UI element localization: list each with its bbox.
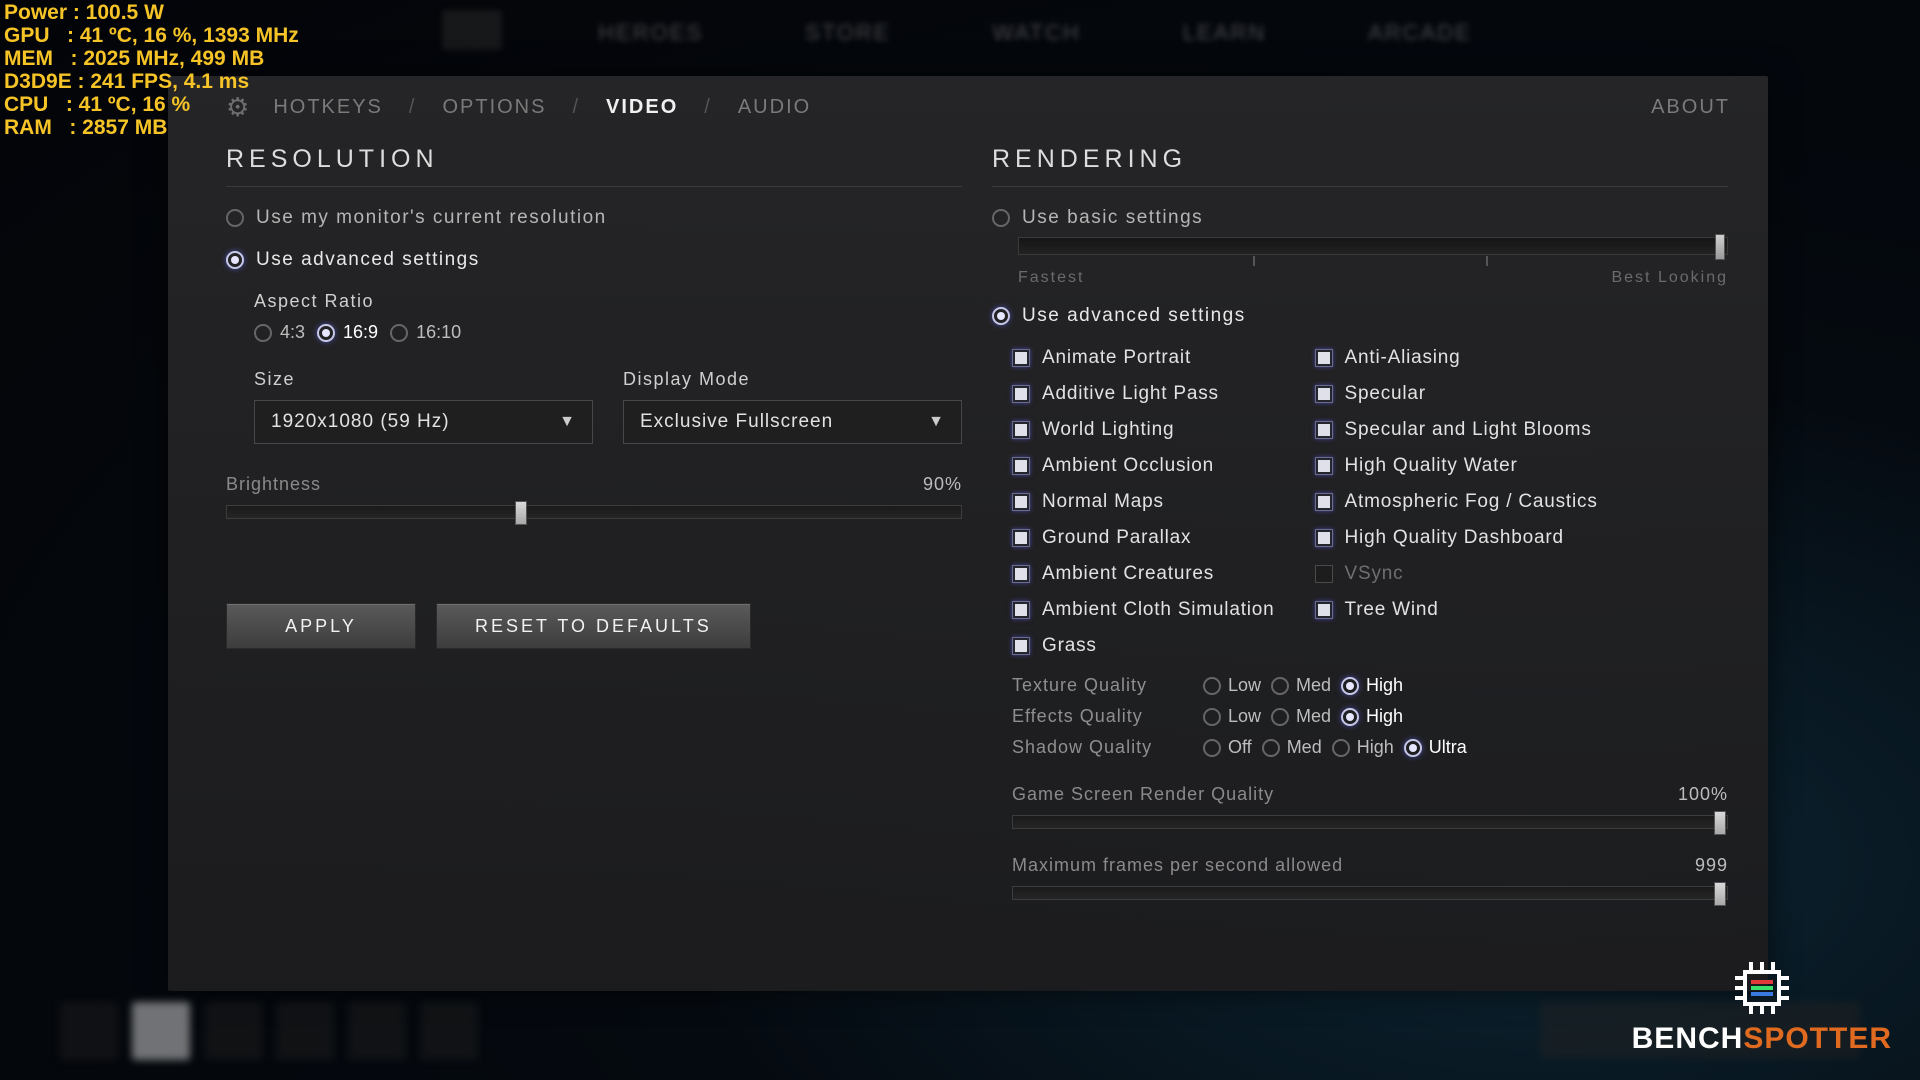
checkbox-tree-wind[interactable]: Tree Wind — [1315, 599, 1598, 621]
checkbox-icon — [1315, 493, 1333, 511]
slider-thumb[interactable] — [1714, 882, 1726, 906]
tab-about[interactable]: ABOUT — [1643, 96, 1738, 119]
brightness-label: Brightness — [226, 474, 321, 495]
quality-effects-quality: Effects QualityLowMedHigh — [1012, 706, 1728, 727]
basic-quality-slider[interactable] — [1018, 237, 1728, 255]
benchspotter-logo: BENCHSPOTTER — [1632, 958, 1892, 1056]
brightness-slider[interactable] — [226, 505, 962, 519]
tab-audio[interactable]: AUDIO — [730, 96, 819, 119]
rendering-checkboxes: Animate Portrait Additive Light Pass World… — [1012, 347, 1728, 657]
checkbox-icon — [1012, 493, 1030, 511]
checkbox-icon — [1315, 457, 1333, 475]
checkbox-high-quality-water[interactable]: High Quality Water — [1315, 455, 1598, 477]
aspect-4-3[interactable]: 4:3 — [254, 322, 305, 343]
tab-video[interactable]: VIDEO — [598, 96, 686, 119]
aspect-16-9[interactable]: 16:9 — [317, 322, 378, 343]
chevron-down-icon: ▼ — [928, 413, 945, 431]
slider-thumb[interactable] — [515, 501, 527, 525]
quality-option-low[interactable]: Low — [1203, 675, 1261, 696]
performance-overlay: Power : 100.5 W GPU : 41 ºC, 16 %, 1393 … — [4, 2, 299, 140]
radio-use-advanced-rendering[interactable]: Use advanced settings — [992, 305, 1728, 327]
checkbox-specular[interactable]: Specular — [1315, 383, 1598, 405]
checkbox-ambient-occlusion[interactable]: Ambient Occlusion — [1012, 455, 1275, 477]
display-mode-select[interactable]: Exclusive Fullscreen ▼ — [623, 400, 962, 444]
bottom-bar — [60, 1002, 1860, 1060]
checkbox-specular-and-light-blooms[interactable]: Specular and Light Blooms — [1315, 419, 1598, 441]
render-quality-value: 100% — [1678, 784, 1728, 805]
aspect-16-10[interactable]: 16:10 — [390, 322, 461, 343]
quality-option-low[interactable]: Low — [1203, 706, 1261, 727]
resolution-title: RESOLUTION — [226, 145, 962, 187]
quality-shadow-quality: Shadow QualityOffMedHighUltra — [1012, 737, 1728, 758]
checkbox-vsync[interactable]: VSync — [1315, 563, 1598, 585]
size-label: Size — [254, 369, 593, 390]
checkbox-grass[interactable]: Grass — [1012, 635, 1275, 657]
apply-button[interactable]: APPLY — [226, 603, 416, 649]
brightness-value: 90% — [923, 474, 962, 495]
checkbox-animate-portrait[interactable]: Animate Portrait — [1012, 347, 1275, 369]
radio-use-monitor-resolution[interactable]: Use my monitor's current resolution — [226, 207, 962, 229]
tab-options[interactable]: OPTIONS — [434, 96, 554, 119]
radio-icon — [992, 209, 1010, 227]
checkbox-ambient-cloth-simulation[interactable]: Ambient Cloth Simulation — [1012, 599, 1275, 621]
quality-option-high[interactable]: High — [1341, 675, 1403, 696]
size-select[interactable]: 1920x1080 (59 Hz) ▼ — [254, 400, 593, 444]
quality-option-med[interactable]: Med — [1271, 675, 1331, 696]
slider-thumb[interactable] — [1715, 234, 1725, 260]
display-mode-label: Display Mode — [623, 369, 962, 390]
rendering-title: RENDERING — [992, 145, 1728, 187]
checkbox-icon — [1012, 529, 1030, 547]
resolution-section: RESOLUTION Use my monitor's current reso… — [226, 145, 962, 900]
quality-option-high[interactable]: High — [1332, 737, 1394, 758]
quality-option-high[interactable]: High — [1341, 706, 1403, 727]
reset-defaults-button[interactable]: RESET TO DEFAULTS — [436, 603, 751, 649]
checkbox-icon — [1012, 637, 1030, 655]
checkbox-icon — [1012, 385, 1030, 403]
radio-use-advanced-resolution[interactable]: Use advanced settings — [226, 249, 962, 271]
checkbox-anti-aliasing[interactable]: Anti-Aliasing — [1315, 347, 1598, 369]
checkbox-icon — [1315, 385, 1333, 403]
aspect-ratio-label: Aspect Ratio — [254, 291, 962, 312]
checkbox-atmospheric-fog-caustics[interactable]: Atmospheric Fog / Caustics — [1315, 491, 1598, 513]
radio-icon — [226, 251, 244, 269]
checkbox-icon — [1012, 565, 1030, 583]
checkbox-icon — [1012, 349, 1030, 367]
max-fps-value: 999 — [1695, 855, 1728, 876]
settings-tabs: ⚙ HOTKEYS / OPTIONS / VIDEO / AUDIO ABOU… — [168, 76, 1768, 137]
aspect-ratio-options: 4:3 16:9 16:10 — [254, 322, 962, 343]
chevron-down-icon: ▼ — [559, 413, 576, 431]
slider-thumb[interactable] — [1714, 811, 1726, 835]
max-fps-slider[interactable] — [1012, 886, 1728, 900]
quality-option-med[interactable]: Med — [1271, 706, 1331, 727]
basic-best-label: Best Looking — [1611, 269, 1728, 287]
radio-icon — [992, 307, 1010, 325]
checkbox-icon — [1315, 529, 1333, 547]
quality-option-ultra[interactable]: Ultra — [1404, 737, 1467, 758]
checkbox-icon — [1315, 601, 1333, 619]
radio-use-basic-rendering[interactable]: Use basic settings — [992, 207, 1728, 229]
checkbox-additive-light-pass[interactable]: Additive Light Pass — [1012, 383, 1275, 405]
checkbox-ambient-creatures[interactable]: Ambient Creatures — [1012, 563, 1275, 585]
quality-option-med[interactable]: Med — [1262, 737, 1322, 758]
render-quality-label: Game Screen Render Quality — [1012, 784, 1274, 805]
checkbox-high-quality-dashboard[interactable]: High Quality Dashboard — [1315, 527, 1598, 549]
max-fps-label: Maximum frames per second allowed — [1012, 855, 1343, 876]
checkbox-icon — [1012, 457, 1030, 475]
checkbox-icon — [1012, 421, 1030, 439]
render-quality-slider[interactable] — [1012, 815, 1728, 829]
rendering-section: RENDERING Use basic settings Fastest Bes… — [992, 145, 1728, 900]
settings-panel: ⚙ HOTKEYS / OPTIONS / VIDEO / AUDIO ABOU… — [168, 76, 1768, 991]
quality-texture-quality: Texture QualityLowMedHigh — [1012, 675, 1728, 696]
checkbox-world-lighting[interactable]: World Lighting — [1012, 419, 1275, 441]
basic-fastest-label: Fastest — [1018, 269, 1084, 287]
checkbox-icon — [1315, 565, 1333, 583]
radio-icon — [226, 209, 244, 227]
checkbox-icon — [1012, 601, 1030, 619]
checkbox-ground-parallax[interactable]: Ground Parallax — [1012, 527, 1275, 549]
checkbox-icon — [1315, 349, 1333, 367]
quality-option-off[interactable]: Off — [1203, 737, 1252, 758]
checkbox-icon — [1315, 421, 1333, 439]
checkbox-normal-maps[interactable]: Normal Maps — [1012, 491, 1275, 513]
